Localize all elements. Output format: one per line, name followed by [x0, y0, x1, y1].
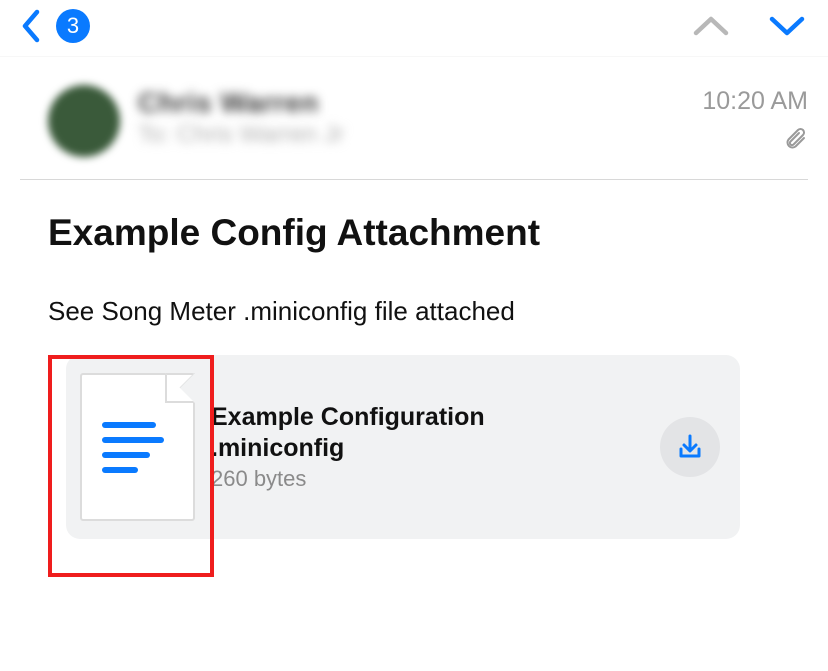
download-button[interactable]	[660, 417, 720, 477]
toolbar: 3	[0, 0, 828, 57]
attachment-info: Example Configuration .miniconfig 260 by…	[211, 402, 644, 493]
attachment-area: Example Configuration .miniconfig 260 by…	[48, 355, 808, 539]
file-icon	[80, 373, 195, 521]
sender-name: Chris Warren	[138, 87, 702, 119]
message-subject: Example Config Attachment	[48, 212, 808, 254]
attachment-card[interactable]: Example Configuration .miniconfig 260 by…	[66, 355, 740, 539]
unread-count: 3	[67, 13, 79, 39]
chevron-down-icon	[766, 13, 808, 39]
toolbar-right	[690, 13, 808, 39]
chevron-up-icon	[690, 13, 732, 39]
attachment-indicator-icon	[702, 126, 808, 152]
attachment-name-line2: .miniconfig	[211, 433, 644, 464]
message-header: Chris Warren To: Chris Warren Jr 10:20 A…	[20, 57, 808, 180]
attachment-size: 260 bytes	[211, 466, 644, 492]
file-lines-icon	[102, 422, 164, 473]
download-icon	[675, 432, 705, 462]
chevron-left-icon	[20, 8, 42, 44]
next-message-button[interactable]	[766, 13, 808, 39]
toolbar-left: 3	[20, 8, 90, 44]
recipient-line: To: Chris Warren Jr	[138, 121, 702, 149]
sender-block[interactable]: Chris Warren To: Chris Warren Jr	[138, 85, 702, 149]
previous-message-button[interactable]	[690, 13, 732, 39]
message-body: See Song Meter .miniconfig file attached	[48, 296, 808, 327]
dog-ear-icon	[165, 373, 195, 403]
unread-badge[interactable]: 3	[56, 9, 90, 43]
meta-block: 10:20 AM	[702, 85, 808, 152]
back-button[interactable]	[20, 8, 42, 44]
sender-avatar[interactable]	[48, 85, 120, 157]
message-content: Chris Warren To: Chris Warren Jr 10:20 A…	[0, 57, 828, 539]
timestamp: 10:20 AM	[702, 87, 808, 116]
attachment-name-line1: Example Configuration	[211, 402, 644, 433]
